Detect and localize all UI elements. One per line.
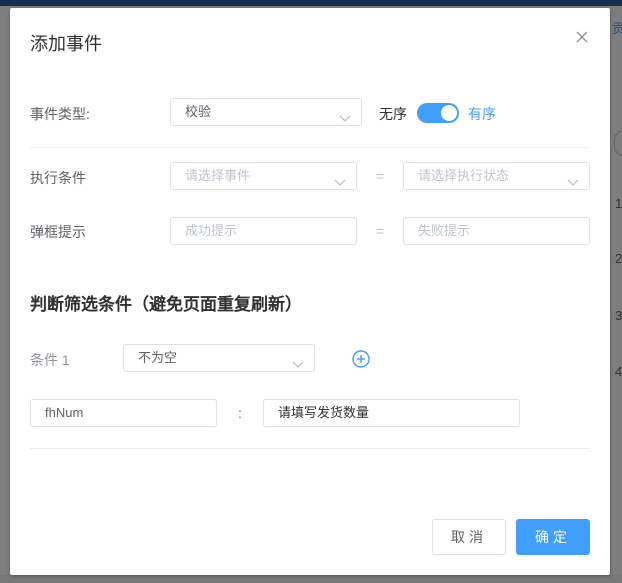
exec-event-select[interactable]: 请选择事件 xyxy=(170,162,357,190)
event-type-label: 事件类型: xyxy=(30,106,90,122)
field-name-value: fhNum xyxy=(45,405,84,420)
dialog-title: 添加事件 xyxy=(30,34,102,54)
popup-hint-label: 弹框提示 xyxy=(30,224,86,240)
equals-sign: = xyxy=(376,168,385,184)
cancel-button[interactable]: 取消 xyxy=(432,519,506,555)
exec-event-placeholder: 请选择事件 xyxy=(185,168,251,183)
event-type-select[interactable]: 校验 xyxy=(170,98,362,126)
close-icon[interactable] xyxy=(572,27,592,47)
equals-sign: = xyxy=(376,223,385,239)
divider xyxy=(30,448,590,449)
exec-condition-label: 执行条件 xyxy=(30,170,86,186)
exec-status-select[interactable]: 请选择执行状态 xyxy=(403,162,590,190)
toggle-on-label: 有序 xyxy=(468,106,496,122)
chevron-down-icon xyxy=(339,107,351,122)
exec-status-placeholder: 请选择执行状态 xyxy=(418,168,510,183)
filter-section-title: 判断筛选条件（避免页面重复刷新） xyxy=(30,295,302,314)
add-event-dialog: 添加事件 事件类型: 校验 无序 有序 执行条件 请选择事件 = 请选择执行状态… xyxy=(10,8,610,575)
chevron-down-icon xyxy=(567,171,579,186)
condition-select[interactable]: 不为空 xyxy=(123,344,315,372)
message-input[interactable]: 请填写发货数量 xyxy=(263,399,520,427)
field-name-input[interactable]: fhNum xyxy=(30,399,217,427)
order-toggle-switch[interactable] xyxy=(417,103,459,123)
chevron-down-icon xyxy=(334,171,346,186)
message-value: 请填写发货数量 xyxy=(278,405,370,420)
condition-value: 不为空 xyxy=(138,350,178,365)
toggle-knob xyxy=(441,105,457,121)
fail-hint-placeholder: 失败提示 xyxy=(418,223,471,238)
divider xyxy=(30,147,590,148)
confirm-button[interactable]: 确定 xyxy=(516,519,590,555)
separator-colon: : xyxy=(238,405,242,421)
success-hint-placeholder: 成功提示 xyxy=(185,223,238,238)
plus-circle-icon[interactable] xyxy=(351,349,371,369)
condition-1-label: 条件 1 xyxy=(30,352,70,368)
toggle-off-label: 无序 xyxy=(379,106,407,122)
success-hint-input[interactable]: 成功提示 xyxy=(170,217,357,245)
fail-hint-input[interactable]: 失败提示 xyxy=(403,217,590,245)
event-type-value: 校验 xyxy=(185,104,212,119)
chevron-down-icon xyxy=(292,353,304,368)
